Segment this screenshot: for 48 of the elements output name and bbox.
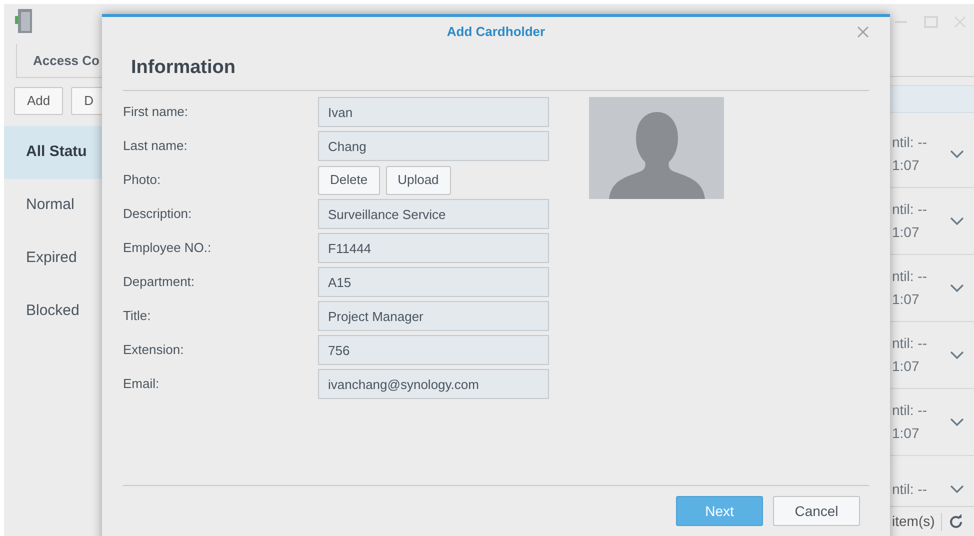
app-title: Access Co (33, 52, 100, 70)
text-field[interactable]: Project Manager (318, 301, 549, 331)
text-field[interactable]: A15 (318, 267, 549, 297)
field-label: Email: (123, 375, 160, 394)
row-text: ntil: -- (892, 334, 927, 353)
row-text: ntil: -- (892, 133, 927, 152)
chevron-down-icon[interactable] (950, 216, 964, 226)
sidebar-item[interactable]: Blocked (4, 285, 102, 338)
field-label: First name: (123, 103, 190, 122)
section-heading: Information (131, 56, 236, 80)
field-label: Employee NO.: (123, 239, 212, 258)
row-text: 1:07 (892, 156, 920, 175)
chevron-down-icon[interactable] (950, 484, 964, 494)
sidebar-item[interactable]: All Statu (4, 126, 102, 179)
chevron-down-icon[interactable] (950, 350, 964, 360)
row-text: 1:07 (892, 357, 920, 376)
row-text: 1:07 (892, 223, 920, 242)
field-label: Photo: (123, 171, 162, 190)
item-count: item(s) (892, 512, 935, 531)
row-text: ntil: -- (892, 401, 927, 420)
field-label: Last name: (123, 137, 188, 156)
row-text: ntil: -- (892, 267, 927, 286)
field-label: Title: (123, 307, 152, 326)
field-label: Extension: (123, 341, 185, 360)
field-label: Department: (123, 273, 196, 292)
chevron-down-icon[interactable] (950, 284, 964, 292)
row-text: ntil: -- (892, 200, 927, 219)
field-label: Description: (123, 205, 193, 224)
text-field[interactable]: Surveillance Service (318, 199, 549, 229)
row-text: 1:07 (892, 424, 920, 443)
dialog-title: Add Cardholder (446, 23, 546, 42)
cancel-button[interactable]: Cancel (773, 496, 860, 526)
row-text: 1:07 (892, 290, 920, 309)
photo-button[interactable]: Delete (318, 166, 380, 194)
text-field[interactable]: ivanchang@synology.com (318, 369, 549, 399)
close-icon[interactable] (857, 26, 869, 38)
chevron-down-icon[interactable] (950, 418, 964, 426)
text-field[interactable]: 756 (318, 335, 549, 365)
text-field[interactable]: F11444 (318, 233, 549, 263)
sidebar-item[interactable]: Expired (4, 232, 102, 285)
text-field[interactable]: Ivan (318, 97, 549, 127)
photo-button[interactable]: Upload (386, 166, 451, 194)
refresh-icon[interactable] (948, 514, 964, 530)
toolbar-button[interactable]: Add (14, 87, 64, 115)
row-text: ntil: -- (892, 480, 927, 498)
text-field[interactable]: Chang (318, 131, 549, 161)
sidebar-item[interactable]: Normal (4, 179, 102, 232)
chevron-down-icon[interactable] (950, 150, 964, 158)
